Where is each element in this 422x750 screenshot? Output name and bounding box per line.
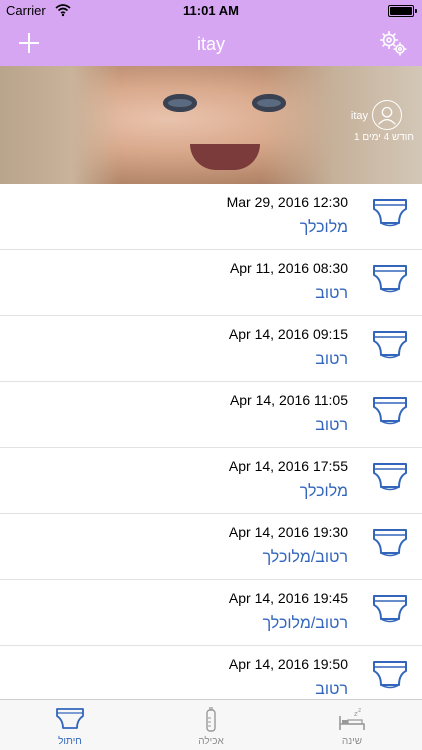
entry-date: Apr 14, 2016 09:15 [228, 326, 348, 342]
diaper-log-list: Mar 29, 2016 12:30 מלוכלך Apr 11, 2016 0… [0, 184, 422, 699]
photo-eye [163, 94, 197, 112]
list-item[interactable]: Apr 14, 2016 19:50 רטוב [0, 646, 422, 699]
entry-type: רטוב/מלוכלך [262, 549, 348, 566]
entry-type: מלוכלך [299, 483, 348, 500]
entry-date: Apr 11, 2016 08:30 [229, 260, 348, 276]
diaper-icon [373, 397, 407, 425]
entry-type: רטוב [315, 681, 348, 698]
diaper-icon [373, 529, 407, 557]
svg-text:z: z [358, 707, 361, 714]
entry-type: רטוב [315, 285, 348, 302]
tab-sleep-label: שינה [341, 736, 363, 747]
tab-bar: חיתול אכילה z z שינה [0, 699, 422, 750]
photo-eye [252, 94, 286, 112]
entry-type: רטוב [315, 417, 348, 434]
entry-date: Apr 14, 2016 19:50 [228, 656, 348, 672]
list-item[interactable]: Apr 14, 2016 09:15 רטוב [0, 316, 422, 382]
tab-feeding[interactable]: אכילה [141, 700, 281, 750]
profile-age: 1 חודש 4 ימים [354, 132, 414, 143]
status-bar: Carrier 11:01 AM [0, 0, 422, 22]
navigation-bar: itay [0, 22, 422, 66]
photo-background [0, 66, 120, 184]
list-item[interactable]: Apr 14, 2016 19:30 רטוב/מלוכלך [0, 514, 422, 580]
diaper-icon [373, 199, 407, 227]
clock: 11:01 AM [183, 3, 239, 18]
entry-date: Apr 14, 2016 19:45 [228, 590, 348, 606]
diaper-icon [373, 265, 407, 293]
baby-photo-header [0, 66, 422, 184]
tab-feeding-label: אכילה [198, 736, 224, 747]
tab-sleep[interactable]: z z שינה [282, 700, 422, 750]
entry-type: רטוב/מלוכלך [262, 615, 348, 632]
list-item[interactable]: Apr 14, 2016 17:55 מלוכלך [0, 448, 422, 514]
entry-type: מלוכלך [299, 219, 348, 236]
battery-icon [388, 5, 417, 17]
entry-date: Mar 29, 2016 12:30 [226, 194, 348, 210]
list-item[interactable]: Mar 29, 2016 12:30 מלוכלך [0, 184, 422, 250]
top-bar: Carrier 11:01 AM itay [0, 0, 422, 66]
entry-date: Apr 14, 2016 19:30 [228, 524, 348, 540]
gears-icon[interactable] [378, 28, 408, 58]
diaper-icon [373, 463, 407, 491]
list-item[interactable]: Apr 14, 2016 11:05 רטוב [0, 382, 422, 448]
list-item[interactable]: Apr 11, 2016 08:30 רטוב [0, 250, 422, 316]
tab-diaper-label: חיתול [58, 736, 82, 747]
profile-name: itay [350, 110, 368, 122]
photo-mouth [190, 144, 260, 170]
entry-date: Apr 14, 2016 11:05 [229, 392, 348, 408]
list-item[interactable]: Apr 14, 2016 19:45 רטוב/מלוכלך [0, 580, 422, 646]
tab-diaper[interactable]: חיתול [0, 700, 140, 750]
entry-date: Apr 14, 2016 17:55 [228, 458, 348, 474]
entry-type: רטוב [315, 351, 348, 368]
page-title: itay [196, 34, 225, 54]
diaper-icon [373, 595, 407, 623]
diaper-icon [56, 708, 84, 729]
bottle-icon [206, 707, 216, 732]
diaper-icon [373, 661, 407, 689]
avatar-icon [372, 100, 402, 130]
diaper-icon [373, 331, 407, 359]
bed-icon: z z [339, 707, 365, 730]
